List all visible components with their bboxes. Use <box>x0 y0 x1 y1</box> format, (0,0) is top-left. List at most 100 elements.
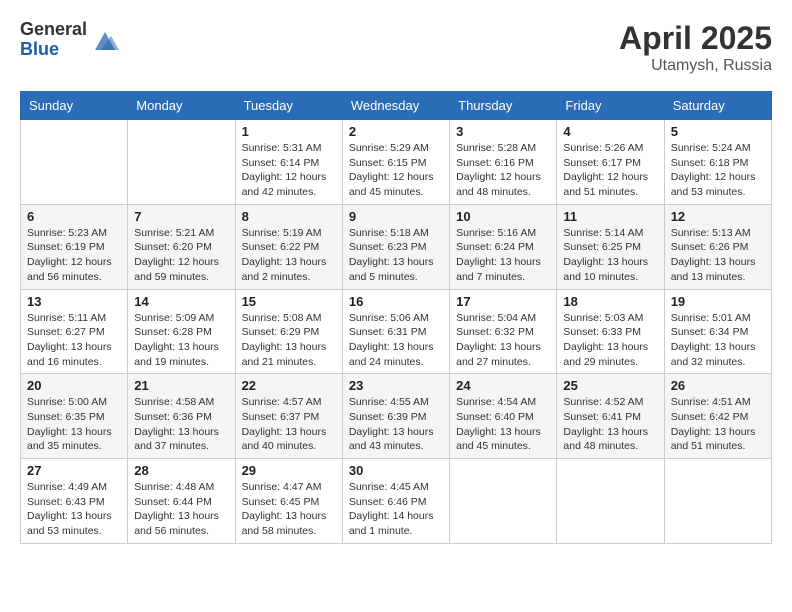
calendar-cell: 15 Sunrise: 5:08 AM Sunset: 6:29 PM Dayli… <box>235 289 342 374</box>
day-number: 29 <box>242 463 336 478</box>
day-number: 1 <box>242 124 336 139</box>
calendar-cell: 24Sunrise: 4:54 AM Sunset: 6:40 PM Dayli… <box>450 374 557 459</box>
day-number: 26 <box>671 378 765 393</box>
logo-blue-text: Blue <box>20 40 87 60</box>
calendar-cell: 16Sunrise: 5:06 AM Sunset: 6:31 PM Dayli… <box>342 289 449 374</box>
calendar-cell: 21 Sunrise: 4:58 AM Sunset: 6:36 PM Dayli… <box>128 374 235 459</box>
calendar-cell: 5 Sunrise: 5:24 AM Sunset: 6:18 PM Daylig… <box>664 120 771 205</box>
calendar-day-header: Thursday <box>450 92 557 120</box>
day-info: Sunrise: 5:24 AM Sunset: 6:18 PM Dayligh… <box>671 141 765 200</box>
calendar-cell: 13 Sunrise: 5:11 AM Sunset: 6:27 PM Dayli… <box>21 289 128 374</box>
calendar-cell: 25Sunrise: 4:52 AM Sunset: 6:41 PM Dayli… <box>557 374 664 459</box>
calendar-cell: 19 Sunrise: 5:01 AM Sunset: 6:34 PM Dayli… <box>664 289 771 374</box>
calendar-day-header: Sunday <box>21 92 128 120</box>
day-number: 7 <box>134 209 228 224</box>
day-info: Sunrise: 5:04 AM Sunset: 6:32 PM Dayligh… <box>456 311 550 370</box>
day-info: Sunrise: 5:18 AM Sunset: 6:23 PM Dayligh… <box>349 226 443 285</box>
calendar-cell: 6 Sunrise: 5:23 AM Sunset: 6:19 PM Daylig… <box>21 204 128 289</box>
month-title: April 2025 <box>619 20 772 57</box>
day-info: Sunrise: 5:06 AM Sunset: 6:31 PM Dayligh… <box>349 311 443 370</box>
calendar-cell: 23 Sunrise: 4:55 AM Sunset: 6:39 PM Dayli… <box>342 374 449 459</box>
day-info: Sunrise: 4:47 AM Sunset: 6:45 PM Dayligh… <box>242 480 336 539</box>
calendar-cell: 22Sunrise: 4:57 AM Sunset: 6:37 PM Dayli… <box>235 374 342 459</box>
calendar-cell: 20 Sunrise: 5:00 AM Sunset: 6:35 PM Dayli… <box>21 374 128 459</box>
day-number: 5 <box>671 124 765 139</box>
day-number: 11 <box>563 209 657 224</box>
day-number: 19 <box>671 294 765 309</box>
calendar-cell: 9 Sunrise: 5:18 AM Sunset: 6:23 PM Daylig… <box>342 204 449 289</box>
calendar-week-row: 20 Sunrise: 5:00 AM Sunset: 6:35 PM Dayli… <box>21 374 772 459</box>
page-header: General Blue April 2025 Utamysh, Russia <box>20 20 772 75</box>
day-info: Sunrise: 4:48 AM Sunset: 6:44 PM Dayligh… <box>134 480 228 539</box>
day-number: 12 <box>671 209 765 224</box>
day-number: 15 <box>242 294 336 309</box>
day-info: Sunrise: 5:09 AM Sunset: 6:28 PM Dayligh… <box>134 311 228 370</box>
day-info: Sunrise: 4:58 AM Sunset: 6:36 PM Dayligh… <box>134 395 228 454</box>
calendar-cell: 30Sunrise: 4:45 AM Sunset: 6:46 PM Dayli… <box>342 459 449 544</box>
title-block: April 2025 Utamysh, Russia <box>619 20 772 75</box>
day-number: 13 <box>27 294 121 309</box>
day-info: Sunrise: 5:11 AM Sunset: 6:27 PM Dayligh… <box>27 311 121 370</box>
day-number: 3 <box>456 124 550 139</box>
day-number: 10 <box>456 209 550 224</box>
day-number: 30 <box>349 463 443 478</box>
calendar-day-header: Wednesday <box>342 92 449 120</box>
logo: General Blue <box>20 20 119 60</box>
calendar-week-row: 6 Sunrise: 5:23 AM Sunset: 6:19 PM Daylig… <box>21 204 772 289</box>
day-info: Sunrise: 5:23 AM Sunset: 6:19 PM Dayligh… <box>27 226 121 285</box>
day-number: 8 <box>242 209 336 224</box>
calendar-week-row: 13 Sunrise: 5:11 AM Sunset: 6:27 PM Dayli… <box>21 289 772 374</box>
calendar-day-header: Monday <box>128 92 235 120</box>
day-number: 9 <box>349 209 443 224</box>
calendar-day-header: Saturday <box>664 92 771 120</box>
calendar-cell: 28 Sunrise: 4:48 AM Sunset: 6:44 PM Dayli… <box>128 459 235 544</box>
day-number: 4 <box>563 124 657 139</box>
calendar-cell <box>450 459 557 544</box>
day-info: Sunrise: 5:31 AM Sunset: 6:14 PM Dayligh… <box>242 141 336 200</box>
calendar-cell: 3 Sunrise: 5:28 AM Sunset: 6:16 PM Daylig… <box>450 120 557 205</box>
day-info: Sunrise: 4:52 AM Sunset: 6:41 PM Dayligh… <box>563 395 657 454</box>
day-info: Sunrise: 4:51 AM Sunset: 6:42 PM Dayligh… <box>671 395 765 454</box>
day-number: 2 <box>349 124 443 139</box>
calendar-cell: 4 Sunrise: 5:26 AM Sunset: 6:17 PM Daylig… <box>557 120 664 205</box>
calendar-cell: 12 Sunrise: 5:13 AM Sunset: 6:26 PM Dayli… <box>664 204 771 289</box>
day-number: 21 <box>134 378 228 393</box>
calendar-header-row: SundayMondayTuesdayWednesdayThursdayFrid… <box>21 92 772 120</box>
day-info: Sunrise: 4:49 AM Sunset: 6:43 PM Dayligh… <box>27 480 121 539</box>
calendar-cell: 29 Sunrise: 4:47 AM Sunset: 6:45 PM Dayli… <box>235 459 342 544</box>
day-number: 14 <box>134 294 228 309</box>
day-number: 20 <box>27 378 121 393</box>
calendar-day-header: Tuesday <box>235 92 342 120</box>
calendar-cell: 17 Sunrise: 5:04 AM Sunset: 6:32 PM Dayli… <box>450 289 557 374</box>
day-info: Sunrise: 5:13 AM Sunset: 6:26 PM Dayligh… <box>671 226 765 285</box>
calendar-table: SundayMondayTuesdayWednesdayThursdayFrid… <box>20 91 772 544</box>
day-info: Sunrise: 5:29 AM Sunset: 6:15 PM Dayligh… <box>349 141 443 200</box>
calendar-cell: 10 Sunrise: 5:16 AM Sunset: 6:24 PM Dayli… <box>450 204 557 289</box>
calendar-cell <box>557 459 664 544</box>
day-number: 23 <box>349 378 443 393</box>
calendar-cell: 11 Sunrise: 5:14 AM Sunset: 6:25 PM Dayli… <box>557 204 664 289</box>
day-number: 17 <box>456 294 550 309</box>
calendar-cell: 8Sunrise: 5:19 AM Sunset: 6:22 PM Daylig… <box>235 204 342 289</box>
day-info: Sunrise: 5:16 AM Sunset: 6:24 PM Dayligh… <box>456 226 550 285</box>
day-info: Sunrise: 5:14 AM Sunset: 6:25 PM Dayligh… <box>563 226 657 285</box>
day-number: 28 <box>134 463 228 478</box>
day-info: Sunrise: 5:26 AM Sunset: 6:17 PM Dayligh… <box>563 141 657 200</box>
calendar-cell <box>21 120 128 205</box>
calendar-cell <box>128 120 235 205</box>
logo-icon <box>91 26 119 54</box>
day-number: 18 <box>563 294 657 309</box>
calendar-cell: 7Sunrise: 5:21 AM Sunset: 6:20 PM Daylig… <box>128 204 235 289</box>
logo-general-text: General <box>20 20 87 40</box>
day-info: Sunrise: 4:57 AM Sunset: 6:37 PM Dayligh… <box>242 395 336 454</box>
day-info: Sunrise: 5:08 AM Sunset: 6:29 PM Dayligh… <box>242 311 336 370</box>
day-info: Sunrise: 5:28 AM Sunset: 6:16 PM Dayligh… <box>456 141 550 200</box>
calendar-week-row: 1 Sunrise: 5:31 AM Sunset: 6:14 PM Daylig… <box>21 120 772 205</box>
day-info: Sunrise: 4:55 AM Sunset: 6:39 PM Dayligh… <box>349 395 443 454</box>
calendar-cell: 18Sunrise: 5:03 AM Sunset: 6:33 PM Dayli… <box>557 289 664 374</box>
calendar-cell: 27Sunrise: 4:49 AM Sunset: 6:43 PM Dayli… <box>21 459 128 544</box>
day-number: 6 <box>27 209 121 224</box>
day-info: Sunrise: 5:00 AM Sunset: 6:35 PM Dayligh… <box>27 395 121 454</box>
day-info: Sunrise: 4:54 AM Sunset: 6:40 PM Dayligh… <box>456 395 550 454</box>
day-info: Sunrise: 5:01 AM Sunset: 6:34 PM Dayligh… <box>671 311 765 370</box>
